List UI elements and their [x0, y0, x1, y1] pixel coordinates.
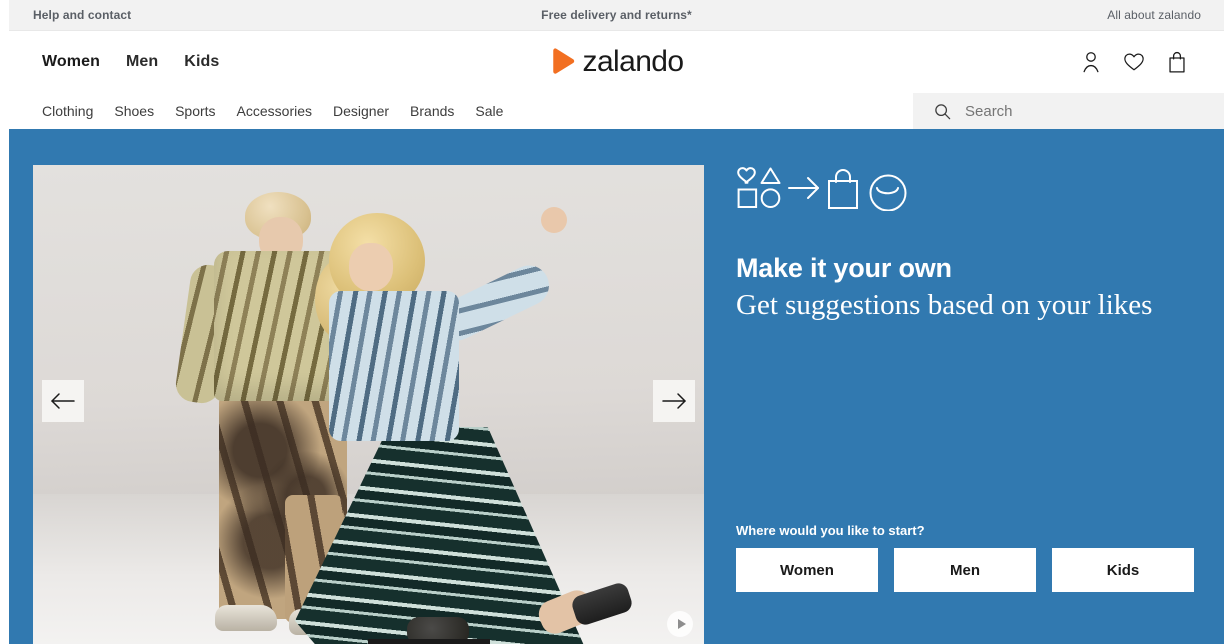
square-icon: [737, 188, 758, 208]
shopping-bag-icon[interactable]: [1166, 50, 1188, 74]
personalisation-icon-sequence: [736, 165, 1198, 211]
zalando-logo-mark-icon: [552, 48, 574, 74]
start-prompt-label: Where would you like to start?: [736, 523, 925, 538]
search-input[interactable]: Search: [965, 103, 1013, 120]
model-right-hand: [541, 207, 567, 233]
play-triangle-icon: [677, 619, 686, 629]
model-left-shoe-left: [215, 605, 277, 631]
search-box[interactable]: Search: [913, 93, 1224, 129]
zalando-logo[interactable]: zalando: [550, 47, 684, 77]
primary-gender-nav: Women Men Kids: [42, 31, 219, 93]
video-play-button[interactable]: [667, 611, 693, 637]
campaign-photo: [33, 165, 704, 644]
start-button-kids[interactable]: Kids: [1052, 548, 1194, 592]
site-header: Women Men Kids zalando: [9, 31, 1224, 93]
start-button-men[interactable]: Men: [894, 548, 1036, 592]
account-icon[interactable]: [1080, 50, 1102, 74]
carousel-prev-button[interactable]: [42, 380, 84, 422]
utility-bar: Help and contact Free delivery and retur…: [9, 0, 1224, 31]
nav-men[interactable]: Men: [126, 53, 158, 71]
window-left-gutter: [0, 0, 9, 644]
category-accessories[interactable]: Accessories: [237, 103, 312, 119]
hero-banner: Make it your own Get suggestions based o…: [9, 129, 1224, 644]
nav-women[interactable]: Women: [42, 53, 100, 71]
circle-icon: [760, 188, 781, 209]
triangle-icon: [760, 167, 781, 184]
help-and-contact-link[interactable]: Help and contact: [33, 0, 131, 31]
carousel-next-button[interactable]: [653, 380, 695, 422]
category-sports[interactable]: Sports: [175, 103, 215, 119]
hero-carousel[interactable]: [33, 165, 704, 644]
free-delivery-notice[interactable]: Free delivery and returns*: [541, 0, 692, 31]
search-icon: [935, 103, 951, 119]
hero-panel: Make it your own Get suggestions based o…: [736, 165, 1198, 644]
arrow-left-icon: [51, 393, 75, 409]
wishlist-heart-icon[interactable]: [1123, 50, 1145, 74]
zalando-logo-text: zalando: [582, 45, 684, 78]
category-sale[interactable]: Sale: [475, 103, 503, 119]
header-icon-group: [1080, 31, 1188, 93]
category-designer[interactable]: Designer: [333, 103, 389, 119]
category-shoes[interactable]: Shoes: [114, 103, 154, 119]
start-button-group: Women Men Kids: [736, 548, 1194, 592]
hero-headline-serif: Get suggestions based on your likes: [736, 288, 1153, 321]
start-button-women[interactable]: Women: [736, 548, 878, 592]
zalando-homepage: Help and contact Free delivery and retur…: [0, 0, 1224, 644]
nav-kids[interactable]: Kids: [184, 53, 219, 71]
category-brands[interactable]: Brands: [410, 103, 454, 119]
category-nav-bar: Clothing Shoes Sports Accessories Design…: [9, 93, 1224, 129]
arrow-right-icon: [662, 393, 686, 409]
shapes-to-bag-to-smiley-icon: [737, 167, 907, 211]
model-right-top: [329, 291, 459, 441]
heart-icon: [737, 167, 756, 184]
shopping-bag-icon: [828, 180, 858, 209]
hero-headline-bold: Make it your own: [736, 253, 952, 283]
category-clothing[interactable]: Clothing: [42, 103, 93, 119]
model-right-face: [349, 243, 393, 291]
category-links: Clothing Shoes Sports Accessories Design…: [42, 93, 503, 129]
all-about-zalando-link[interactable]: All about zalando: [1107, 0, 1201, 31]
carousel-progress-indicator[interactable]: [368, 639, 490, 644]
